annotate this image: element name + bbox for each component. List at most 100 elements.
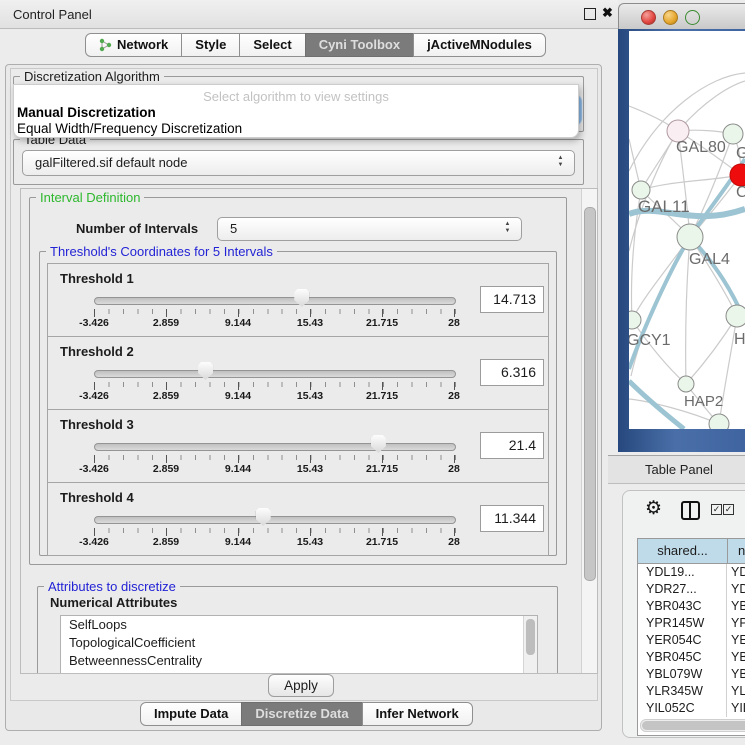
scrollbar-thumb[interactable] — [642, 721, 745, 730]
slider-track[interactable] — [94, 297, 456, 305]
network-window-titlebar[interactable] — [618, 3, 745, 31]
cell-shared-name[interactable]: YPR145W — [638, 615, 727, 632]
network-node[interactable] — [726, 305, 745, 327]
slider-major-tick — [166, 455, 167, 463]
threshold-value-field[interactable]: 11.344 — [480, 505, 544, 532]
tab-network[interactable]: Network — [85, 33, 182, 57]
network-edge[interactable] — [632, 320, 686, 384]
cell-shared-name[interactable]: YDR27... — [638, 581, 727, 598]
cell-name[interactable]: YBR0 — [727, 649, 745, 666]
checkbox-icon[interactable]: ✓ — [711, 504, 722, 515]
table-horizontal-scrollbar[interactable] — [640, 719, 745, 732]
dropdown-option-equal-width[interactable]: Equal Width/Frequency Discretization — [17, 121, 242, 136]
tab-impute-data[interactable]: Impute Data — [140, 702, 242, 726]
columns-icon[interactable] — [681, 501, 700, 520]
network-edge-highlighted[interactable] — [629, 237, 690, 369]
tab-label: Infer Network — [376, 704, 459, 724]
cell-name[interactable]: YDR2 — [727, 581, 745, 598]
attribute-list-item[interactable]: SelfLoops — [61, 616, 537, 634]
slider-track[interactable] — [94, 370, 456, 378]
cell-name[interactable]: YBR0 — [727, 598, 745, 615]
tab-jactivemnodules[interactable]: jActiveMNodules — [413, 33, 546, 57]
network-edge-highlighted[interactable] — [629, 381, 684, 429]
minimize-traffic-light-icon[interactable] — [663, 10, 678, 25]
slider-tick-label: 9.144 — [225, 463, 251, 475]
slider-tick-label: 21.715 — [366, 317, 398, 329]
network-window: GAL80GACGAL11GAL4GCY1HHAP2 — [618, 3, 745, 452]
network-edge[interactable] — [678, 81, 745, 131]
tab-label: Select — [253, 35, 291, 55]
zoom-traffic-light-icon[interactable] — [685, 10, 700, 25]
network-node[interactable] — [730, 164, 745, 186]
slider-track[interactable] — [94, 516, 456, 524]
cell-shared-name[interactable]: YBR045C — [638, 649, 727, 666]
settings-scrollbar[interactable] — [581, 189, 597, 673]
number-of-intervals-combobox[interactable]: 5 ▲▼ — [217, 217, 522, 241]
network-edge[interactable] — [690, 237, 737, 316]
close-traffic-light-icon[interactable] — [641, 10, 656, 25]
tab-label: Cyni Toolbox — [319, 35, 400, 55]
table-row[interactable]: YIL052C YIL0 — [638, 700, 745, 717]
gear-icon[interactable]: ⚙ — [645, 497, 662, 520]
slider-minor-ticks — [94, 382, 456, 387]
cell-shared-name[interactable]: YIL052C — [638, 700, 727, 717]
network-node[interactable] — [677, 224, 703, 250]
threshold-label: Threshold 4 — [60, 490, 134, 505]
list-scrollbar[interactable] — [523, 616, 537, 674]
cell-shared-name[interactable]: YBR043C — [638, 598, 727, 615]
table-row[interactable]: YBL079W YBL0 — [638, 666, 745, 683]
cell-shared-name[interactable]: YER054C — [638, 632, 727, 649]
scrollbar-thumb[interactable] — [584, 207, 596, 581]
cell-shared-name[interactable]: YLR345W — [638, 683, 727, 700]
cell-name[interactable]: YPR1 — [727, 615, 745, 632]
tab-select[interactable]: Select — [239, 33, 305, 57]
network-node[interactable] — [678, 376, 694, 392]
table-row[interactable]: YBR045C YBR0 — [638, 649, 745, 666]
apply-button[interactable]: Apply — [268, 674, 334, 697]
cell-shared-name[interactable]: YBL079W — [638, 666, 727, 683]
network-canvas[interactable]: GAL80GACGAL11GAL4GCY1HHAP2 — [629, 31, 745, 429]
dropdown-option-manual[interactable]: Manual Discretization — [17, 105, 156, 120]
tab-style[interactable]: Style — [181, 33, 240, 57]
table-panel-titlebar: Table Panel — [608, 455, 745, 484]
threshold-value-field[interactable]: 6.316 — [480, 359, 544, 386]
slider-track[interactable] — [94, 443, 456, 451]
network-node[interactable] — [629, 311, 641, 329]
table-row[interactable]: YER054C YER0 — [638, 632, 745, 649]
attribute-list-item[interactable]: BetweennessCentrality — [61, 652, 537, 670]
cell-name[interactable]: YDL1 — [727, 564, 745, 581]
tab-infer-network[interactable]: Infer Network — [362, 702, 473, 726]
network-node[interactable] — [709, 414, 729, 429]
network-node[interactable] — [723, 124, 743, 144]
cell-shared-name[interactable]: YDL19... — [638, 564, 727, 581]
slider-tick-label: 15.43 — [297, 390, 323, 402]
checkbox-icon[interactable]: ✓ — [723, 504, 734, 515]
tab-cyni-toolbox[interactable]: Cyni Toolbox — [305, 33, 414, 57]
cell-name[interactable]: YER0 — [727, 632, 745, 649]
group-label: Interval Definition — [36, 190, 144, 205]
threshold-value-field[interactable]: 21.4 — [480, 432, 544, 459]
float-window-icon[interactable] — [584, 8, 596, 20]
numerical-attributes-list[interactable]: SelfLoopsTopologicalCoefficientBetweenne… — [60, 615, 538, 674]
column-header-name[interactable]: na — [728, 539, 745, 563]
cyni-bottom-tabs: Impute Data Discretize Data Infer Networ… — [140, 702, 473, 726]
cell-name[interactable]: YLR3 — [727, 683, 745, 700]
cell-name[interactable]: YIL0 — [727, 700, 745, 717]
cell-name[interactable]: YBL0 — [727, 666, 745, 683]
table-row[interactable]: YDL19... YDL1 — [638, 564, 745, 581]
table-data-combobox[interactable]: galFiltered.sif default node ▲▼ — [22, 150, 575, 176]
scrollbar-thumb[interactable] — [526, 619, 535, 655]
tab-discretize-data[interactable]: Discretize Data — [241, 702, 362, 726]
column-header-shared-name[interactable]: shared... — [638, 539, 728, 563]
node-table[interactable]: shared... na YDL19... YDL1 YDR27... YDR2… — [637, 538, 745, 736]
slider-major-tick — [310, 455, 311, 463]
close-icon[interactable]: ✖ — [602, 5, 613, 21]
table-row[interactable]: YBR043C YBR0 — [638, 598, 745, 615]
network-edge[interactable] — [686, 316, 737, 384]
threshold-value-field[interactable]: 14.713 — [480, 286, 544, 313]
table-row[interactable]: YPR145W YPR1 — [638, 615, 745, 632]
attributes-group: Attributes to discretize Numerical Attri… — [37, 586, 558, 674]
table-row[interactable]: YLR345W YLR3 — [638, 683, 745, 700]
table-row[interactable]: YDR27... YDR2 — [638, 581, 745, 598]
attribute-list-item[interactable]: TopologicalCoefficient — [61, 634, 537, 652]
